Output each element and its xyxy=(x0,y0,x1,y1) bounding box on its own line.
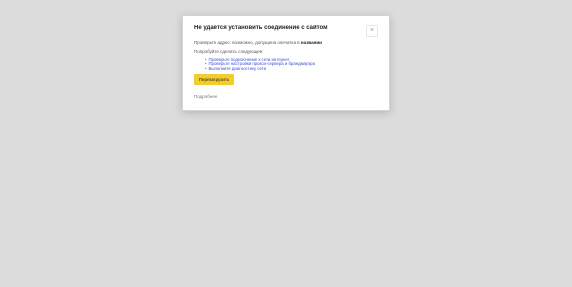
details-link[interactable]: Подробнее xyxy=(194,94,217,99)
suggestions-heading: Попробуйте сделать следующее: xyxy=(194,49,264,54)
suggestions-list: Проверьте подключение к сети интернет Пр… xyxy=(205,57,315,71)
error-dialog: Не удаётся установить соединение с сайто… xyxy=(182,15,390,111)
close-icon[interactable]: × xyxy=(366,25,378,37)
suggestion-link[interactable]: Выполните диагностику сети xyxy=(205,66,315,71)
dialog-title: Не удаётся установить соединение с сайто… xyxy=(194,25,328,31)
error-message: Проверьте адрес: возможно, допущена опеч… xyxy=(194,40,374,45)
error-message-text: Проверьте адрес: возможно, допущена опеч… xyxy=(194,40,300,45)
reload-button[interactable]: Перезагрузить xyxy=(194,74,234,85)
error-message-bold: названии xyxy=(300,40,322,45)
